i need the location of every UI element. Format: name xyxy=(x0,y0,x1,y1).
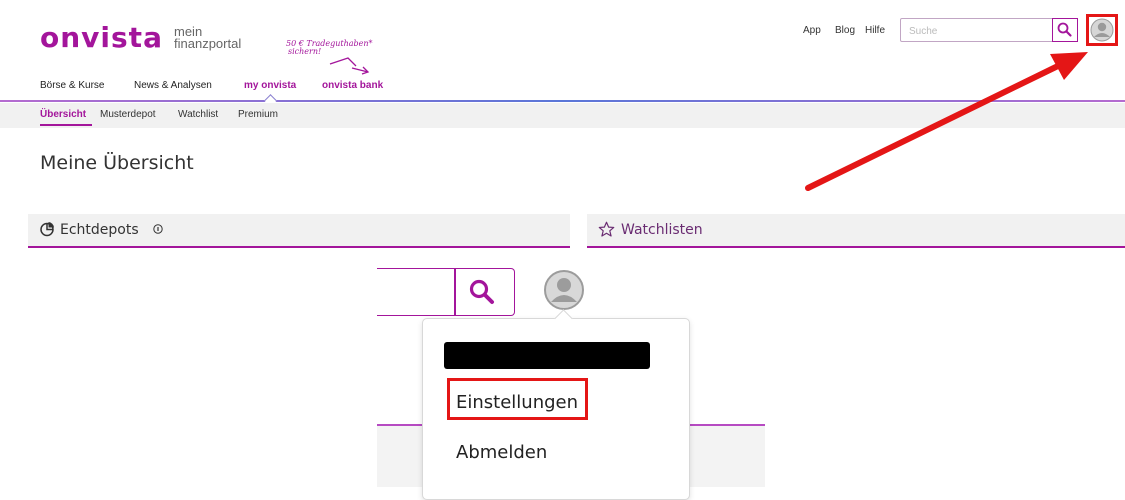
subnav-active-underline xyxy=(40,124,92,126)
zoomed-search-divider xyxy=(454,268,456,316)
subnav-uebersicht[interactable]: Übersicht xyxy=(40,109,86,120)
zoomed-search-icon[interactable] xyxy=(466,277,498,309)
nav-my-onvista[interactable]: my onvista xyxy=(244,80,296,91)
search-input[interactable] xyxy=(907,22,1051,40)
onvista-logo[interactable]: onvista xyxy=(40,24,163,52)
settings-menu-item[interactable]: Einstellungen xyxy=(456,392,578,413)
nav-onvista-bank[interactable]: onvista bank xyxy=(322,80,383,91)
info-icon[interactable] xyxy=(153,224,163,234)
logo-tagline: mein finanzportal xyxy=(174,25,242,51)
tagline-line2: finanzportal xyxy=(174,36,242,51)
blog-link[interactable]: Blog xyxy=(835,25,855,36)
nav-boerse-kurse[interactable]: Börse & Kurse xyxy=(40,80,104,91)
logout-menu-item[interactable]: Abmelden xyxy=(456,442,547,463)
echtdepots-title: Echtdepots xyxy=(60,222,139,238)
pie-chart-icon xyxy=(40,222,54,237)
zoomed-user-avatar-icon[interactable] xyxy=(542,268,586,312)
watchlisten-title: Watchlisten xyxy=(621,222,703,238)
subnav-musterdepot[interactable]: Musterdepot xyxy=(100,109,156,120)
search-button[interactable] xyxy=(1052,18,1078,42)
search-box xyxy=(900,18,1060,42)
subnav-premium[interactable]: Premium xyxy=(238,109,278,120)
help-link[interactable]: Hilfe xyxy=(865,25,885,36)
subnav-watchlist[interactable]: Watchlist xyxy=(178,109,218,120)
star-icon xyxy=(598,221,615,237)
search-icon xyxy=(1057,22,1072,37)
promo-arrow-icon xyxy=(329,57,370,75)
app-link[interactable]: App xyxy=(803,25,821,36)
page-title: Meine Übersicht xyxy=(40,152,194,174)
nav-news-analysen[interactable]: News & Analysen xyxy=(134,80,212,91)
annotation-arrow-icon xyxy=(805,52,1088,191)
redacted-username xyxy=(444,342,650,369)
